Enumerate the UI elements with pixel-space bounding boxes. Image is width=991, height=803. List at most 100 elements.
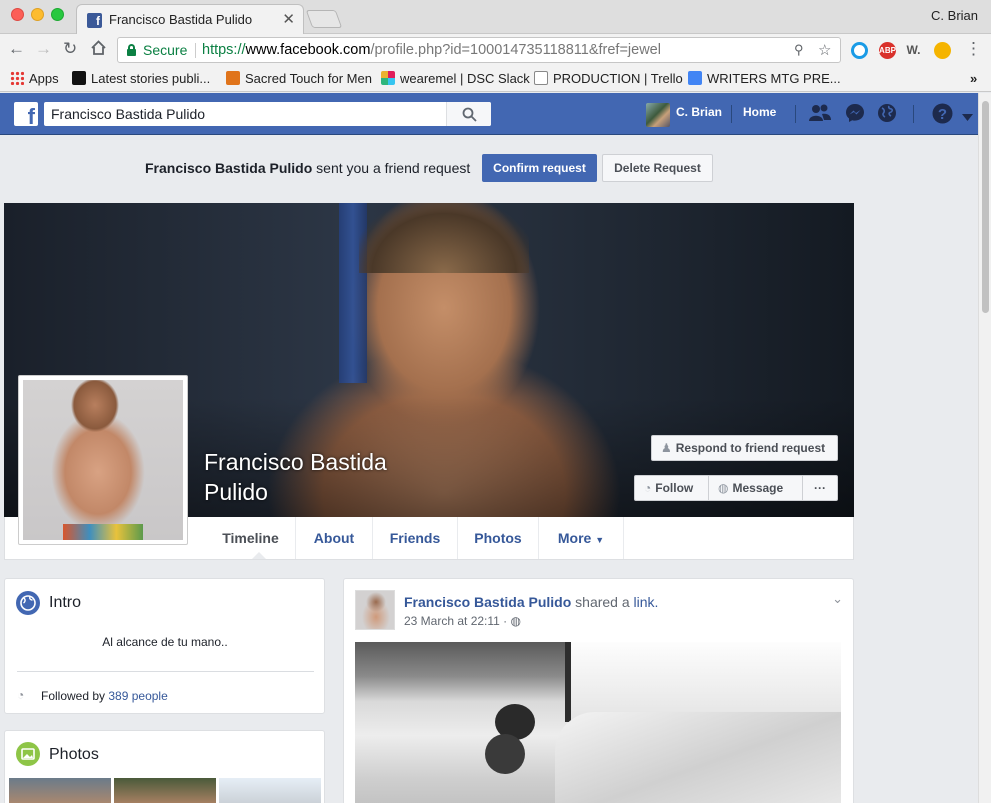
zoom-window-button[interactable] — [51, 8, 64, 21]
bookmark-star-icon[interactable]: ☆ — [818, 41, 831, 59]
account-menu-caret-icon[interactable] — [962, 110, 973, 124]
photos-title: Photos — [49, 746, 99, 763]
post-header: Francisco Bastida Pulido shared a link. — [404, 594, 658, 610]
post-author-link[interactable]: Francisco Bastida Pulido — [404, 594, 571, 610]
bookmarks-overflow-icon[interactable]: » — [970, 71, 977, 86]
tab-close-icon[interactable]: ✕ — [282, 10, 295, 28]
search-button[interactable] — [446, 102, 491, 126]
tab-more[interactable]: More ▼ — [539, 517, 624, 559]
post-link-word[interactable]: link. — [634, 594, 659, 610]
new-tab-button[interactable] — [305, 10, 343, 28]
sacred-touch-favicon-icon — [226, 71, 240, 85]
search-input[interactable]: Francisco Bastida Pulido — [44, 102, 491, 126]
image-window-shape — [565, 642, 841, 722]
bookmark-label: Sacred Touch for Men — [245, 71, 372, 86]
requester-name[interactable]: Francisco Bastida Pulido — [145, 160, 312, 176]
circle-extension-icon[interactable] — [851, 42, 868, 59]
facebook-logo-icon[interactable]: f — [14, 102, 38, 126]
tab-friends[interactable]: Friends — [373, 517, 458, 559]
forward-arrow-icon[interactable]: → — [35, 40, 52, 58]
browser-profile-name[interactable]: C. Brian — [931, 8, 978, 23]
facebook-favicon-icon: f — [87, 13, 102, 28]
message-label: Message — [732, 481, 784, 495]
followed-prefix: Followed by — [41, 689, 109, 703]
bookmark-apps[interactable]: Apps — [10, 71, 59, 86]
bookmark-slack[interactable]: wearemel | DSC Slack — [381, 71, 530, 86]
tab-about[interactable]: About — [296, 517, 373, 559]
post-author-avatar[interactable] — [355, 590, 395, 630]
photo-thumbnail[interactable] — [219, 778, 321, 803]
reload-icon[interactable]: ↻ — [63, 40, 77, 58]
photo-thumbnail[interactable] — [9, 778, 111, 803]
intro-title: Intro — [49, 594, 82, 611]
search-icon — [462, 107, 477, 122]
nav-divider — [731, 105, 732, 123]
person-add-icon: ♟ — [661, 441, 672, 455]
pin-icon[interactable]: ⚲ — [794, 42, 804, 58]
rss-followers-icon: ◔ — [17, 688, 25, 702]
followers-link[interactable]: 389 people — [108, 689, 167, 703]
home-icon[interactable] — [90, 39, 107, 60]
close-window-button[interactable] — [11, 8, 24, 21]
message-button[interactable]: ◍ Message — [708, 475, 803, 501]
slack-favicon-icon — [381, 71, 395, 85]
rocket-extension-icon[interactable] — [934, 42, 951, 59]
help-question-icon[interactable]: ? — [932, 103, 953, 127]
tab-title: Francisco Bastida Pulido — [109, 12, 253, 27]
adblock-icon[interactable]: ABP — [879, 42, 896, 59]
notifications-globe-icon[interactable] — [877, 103, 897, 126]
bookmark-sacred-touch[interactable]: Sacred Touch for Men — [226, 71, 372, 86]
back-arrow-icon[interactable]: ← — [8, 40, 25, 58]
url-path: /profile.php?id=100014735118811&fref=jew… — [370, 42, 661, 58]
scrollbar-thumb[interactable] — [982, 101, 989, 313]
url-text[interactable]: https://www.facebook.com/profile.php?id=… — [202, 42, 661, 58]
browser-menu-icon[interactable]: ⋮ — [965, 40, 982, 58]
bookmark-trello[interactable]: PRODUCTION | Trello — [534, 71, 683, 86]
browser-tabstrip: f Francisco Bastida Pulido ✕ C. Brian — [0, 0, 991, 35]
omnibox-divider — [195, 43, 196, 58]
document-favicon-icon — [534, 71, 548, 85]
home-link[interactable]: Home — [743, 105, 776, 119]
caret-down-icon: ▼ — [595, 535, 605, 545]
friend-requests-icon[interactable] — [808, 103, 832, 126]
page-scrollbar[interactable] — [978, 93, 991, 803]
post-options-chevron-icon[interactable]: ⌄ — [832, 591, 843, 607]
post-action-text: shared a — [571, 594, 634, 610]
bookmark-label: Apps — [29, 71, 59, 86]
more-options-button[interactable]: ··· — [802, 475, 838, 501]
photo-thumbnail[interactable] — [114, 778, 216, 803]
bookmark-label: wearemel | DSC Slack — [400, 71, 530, 86]
bookmark-writers-mtg[interactable]: WRITERS MTG PRE... — [688, 71, 841, 86]
secure-label: Secure — [143, 42, 188, 58]
profile-picture[interactable] — [18, 375, 188, 545]
bookmark-latest-stories[interactable]: Latest stories publi... — [72, 71, 210, 86]
public-globe-icon: ◍ — [510, 614, 521, 628]
search-value: Francisco Bastida Pulido — [51, 106, 206, 122]
intro-bio: Al alcance de tu mano.. — [102, 635, 228, 649]
apps-grid-icon — [10, 71, 24, 85]
minimize-window-button[interactable] — [31, 8, 44, 21]
address-bar[interactable]: Secure https://www.facebook.com/profile.… — [117, 37, 841, 63]
w-extension-icon[interactable]: W. — [905, 42, 922, 59]
post-shared-image[interactable] — [355, 642, 841, 803]
post-timestamp[interactable]: 23 March at 22:11 · — [404, 614, 511, 628]
profile-link[interactable]: C. Brian — [676, 105, 722, 119]
url-host: www.facebook.com — [245, 42, 371, 58]
google-docs-favicon-icon — [688, 71, 702, 85]
bookmark-label: PRODUCTION | Trello — [553, 71, 683, 86]
bookmark-label: Latest stories publi... — [91, 71, 211, 86]
avatar[interactable] — [646, 103, 670, 127]
tab-photos[interactable]: Photos — [458, 517, 539, 559]
follow-button[interactable]: ◔ Follow — [634, 475, 709, 501]
profile-name[interactable]: Francisco Bastida Pulido — [204, 447, 424, 507]
delete-request-button[interactable]: Delete Request — [602, 154, 713, 182]
friend-request-message: Francisco Bastida Pulido sent you a frie… — [145, 160, 470, 176]
respond-to-friend-request-button[interactable]: ♟ Respond to friend request — [651, 435, 838, 461]
confirm-request-button[interactable]: Confirm request — [482, 154, 597, 182]
cover-hair-shape — [359, 203, 529, 273]
messenger-small-icon: ◍ — [718, 481, 729, 495]
messenger-icon[interactable] — [845, 103, 865, 126]
tab-timeline[interactable]: Timeline — [206, 517, 296, 559]
browser-tab-active[interactable]: f Francisco Bastida Pulido ✕ — [76, 4, 304, 35]
followed-by: Followed by 389 people — [41, 689, 168, 703]
